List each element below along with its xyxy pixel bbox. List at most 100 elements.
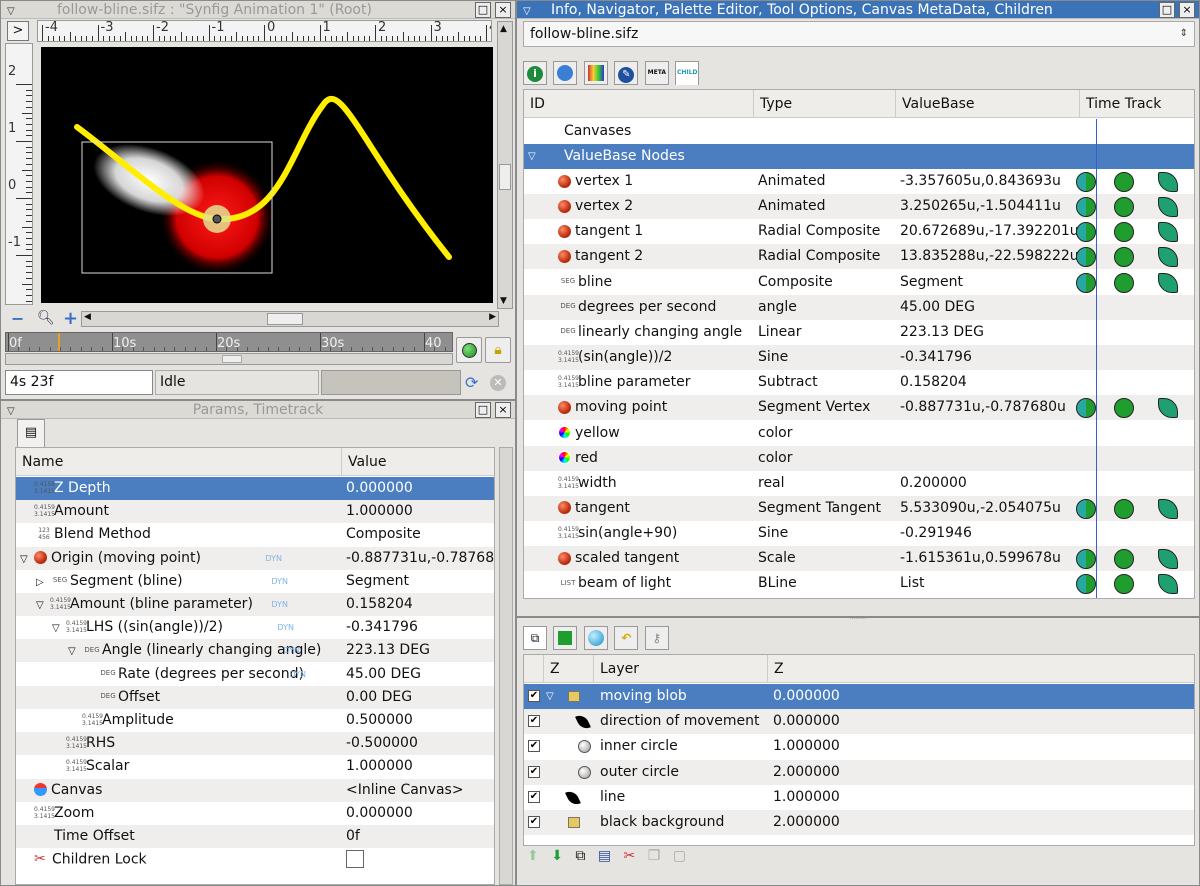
value-node-row[interactable]: yellow color: [524, 421, 1194, 446]
value-node-row[interactable]: 0.4159 3.1415(sin(angle))/2 Sine -0.341796: [524, 345, 1194, 371]
canvas-menu-button[interactable]: >: [7, 21, 29, 41]
tab-metadata[interactable]: META: [644, 61, 669, 85]
duplicate-layer-icon[interactable]: ▤: [598, 848, 611, 864]
waypoint-leaf-icon[interactable]: [1158, 574, 1178, 595]
value-node-row[interactable]: LIST beam of light BLine List: [524, 571, 1194, 596]
param-row[interactable]: ▽ 0.4159 3.1415Amount (bline parameter) DY…: [16, 593, 494, 616]
lock-button[interactable]: 🔒︎: [485, 337, 511, 363]
layers-header-z[interactable]: Z: [544, 655, 594, 683]
waypoint-round-icon[interactable]: [1114, 549, 1134, 570]
value-node-row[interactable]: DEG degrees per second angle 45.00 DEG: [524, 294, 1194, 320]
expander-icon[interactable]: ▽: [546, 684, 554, 709]
waypoint-half-icon[interactable]: [1076, 574, 1096, 595]
waypoint-half-icon[interactable]: [1076, 172, 1096, 192]
canvas-view[interactable]: [41, 47, 493, 303]
canvas-hscrollbar[interactable]: ◀ ▶: [81, 311, 499, 327]
param-value-cell[interactable]: 0f: [346, 825, 494, 848]
scroll-right-icon[interactable]: ▶: [489, 312, 496, 322]
waypoint-round-icon[interactable]: [1114, 498, 1134, 519]
param-value-cell[interactable]: -0.500000: [346, 732, 494, 755]
scroll-left-icon[interactable]: ◀: [84, 312, 91, 322]
value-node-row[interactable]: 0.4159 3.1415bline parameter Subtract 0.15…: [524, 370, 1194, 395]
time-cursor[interactable]: [58, 333, 60, 351]
node-value-cell[interactable]: List: [900, 571, 1080, 596]
header-time-track[interactable]: Time Track: [1080, 90, 1194, 118]
node-value-cell[interactable]: 3.250265u,-1.504411u: [900, 194, 1080, 219]
library-menu-icon[interactable]: ▽: [523, 3, 531, 21]
library-group-row[interactable]: Canvases: [524, 119, 1194, 144]
play-button[interactable]: [456, 337, 482, 363]
layers-header-layer[interactable]: Layer: [594, 655, 768, 683]
lower-layer-icon[interactable]: ⬇: [551, 848, 563, 864]
layer-row[interactable]: ✔ outer circle 2.000000: [524, 759, 1194, 785]
param-value-cell[interactable]: 0.00 DEG: [346, 686, 494, 709]
waypoint-half-icon[interactable]: [1076, 222, 1096, 243]
expander-icon[interactable]: ▽: [528, 144, 536, 169]
param-row[interactable]: 0.4159 3.1415Zoom 0.000000: [16, 802, 494, 825]
waypoint-half-icon[interactable]: [1076, 272, 1096, 293]
param-value-cell[interactable]: 0.000000: [346, 802, 494, 825]
tab-palette[interactable]: [583, 61, 608, 85]
children-lock-checkbox[interactable]: [346, 850, 364, 869]
expander-icon[interactable]: ▷: [36, 571, 50, 594]
tab-library[interactable]: [553, 626, 578, 650]
value-node-row[interactable]: red color: [524, 445, 1194, 471]
param-value-cell[interactable]: -0.887731u,-0.787680: [346, 547, 494, 570]
refresh-icon[interactable]: ⟳: [465, 373, 478, 392]
vscroll-thumb[interactable]: [499, 164, 511, 190]
close-button[interactable]: ×: [495, 2, 511, 18]
param-value-cell[interactable]: 1.000000: [346, 755, 494, 778]
tab-history[interactable]: ↶: [614, 626, 639, 650]
waypoint-leaf-icon[interactable]: [1158, 498, 1178, 519]
scroll-down-icon[interactable]: ▼: [500, 296, 507, 306]
params-maximize-button[interactable]: □: [475, 402, 491, 418]
waypoint-leaf-icon[interactable]: [1158, 549, 1178, 570]
waypoint-leaf-icon[interactable]: [1158, 272, 1178, 293]
param-row[interactable]: DEG Rate (degrees per second) DYN 45.00 DEG: [16, 663, 494, 686]
param-row[interactable]: ▽ DEG Angle (linearly changing angle) DYN 22…: [16, 639, 494, 663]
value-node-row[interactable]: moving point Segment Vertex -0.887731u,-0.…: [524, 395, 1194, 421]
waypoint-half-icon[interactable]: [1076, 197, 1096, 218]
expander-icon[interactable]: ▽: [68, 640, 82, 663]
param-value-cell[interactable]: 45.00 DEG: [346, 663, 494, 686]
params-menu-icon[interactable]: ▽: [7, 403, 15, 421]
node-value-cell[interactable]: -0.291946: [900, 521, 1080, 546]
tab-keyframes[interactable]: ⚷: [644, 626, 669, 650]
node-value-cell[interactable]: 223.13 DEG: [900, 320, 1080, 345]
value-node-row[interactable]: SEG bline Composite Segment: [524, 270, 1194, 295]
zoom-fit-icon[interactable]: 🔍︎: [37, 310, 55, 326]
node-value-cell[interactable]: -3.357605u,0.843693u: [900, 169, 1080, 194]
window-menu-icon[interactable]: ▽: [7, 3, 15, 21]
param-row[interactable]: 123 456 Blend Method Composite: [16, 523, 494, 546]
waypoint-round-icon[interactable]: [1114, 398, 1134, 419]
layer-row[interactable]: ✔ black background 2.000000: [524, 810, 1194, 835]
param-row[interactable]: ▷ SEG Segment (bline) DYN Segment: [16, 570, 494, 593]
node-value-cell[interactable]: 45.00 DEG: [900, 295, 1080, 320]
library-group-row[interactable]: ▽ ValueBase Nodes: [524, 144, 1194, 169]
tab-layers[interactable]: ⧉: [523, 626, 547, 650]
params-titlebar[interactable]: ▽ Params, Timetrack □ ×: [1, 401, 515, 419]
tab-info[interactable]: i: [523, 61, 547, 85]
node-value-cell[interactable]: 0.158204: [900, 370, 1080, 395]
layers-header-zdepth[interactable]: Z: [768, 655, 1194, 683]
value-node-row[interactable]: DEG linearly changing angle Linear 223.13 D…: [524, 320, 1194, 345]
header-type[interactable]: Type: [754, 90, 896, 118]
expander-icon[interactable]: ▽: [52, 617, 66, 640]
file-select[interactable]: follow-bline.sifz ⇕: [523, 21, 1195, 47]
raise-layer-icon[interactable]: ⬆: [527, 848, 539, 864]
waypoint-round-icon[interactable]: [1114, 574, 1134, 595]
library-titlebar[interactable]: ▽ Info, Navigator, Palette Editor, Tool …: [517, 1, 1199, 19]
canvas-window-titlebar[interactable]: ▽ follow-bline.sifz : "Synfig Animation …: [1, 1, 515, 19]
params-header-name[interactable]: Name: [16, 448, 342, 476]
waypoint-leaf-icon[interactable]: [1158, 398, 1178, 419]
panel-splitter[interactable]: ·········: [517, 617, 1199, 624]
node-value-cell[interactable]: -1.615361u,0.599678u: [900, 546, 1080, 571]
param-value-cell[interactable]: 0.000000: [346, 477, 494, 500]
encapsulate-icon[interactable]: ⧉: [575, 848, 585, 864]
param-row[interactable]: 0.4159 3.1415RHS -0.500000: [16, 732, 494, 756]
waypoint-round-icon[interactable]: [1114, 247, 1134, 268]
param-value-cell[interactable]: <Inline Canvas>: [346, 779, 494, 802]
layer-row[interactable]: ✔ inner circle 1.000000: [524, 734, 1194, 759]
waypoint-half-icon[interactable]: [1076, 398, 1096, 419]
waypoint-half-icon[interactable]: [1076, 498, 1096, 519]
